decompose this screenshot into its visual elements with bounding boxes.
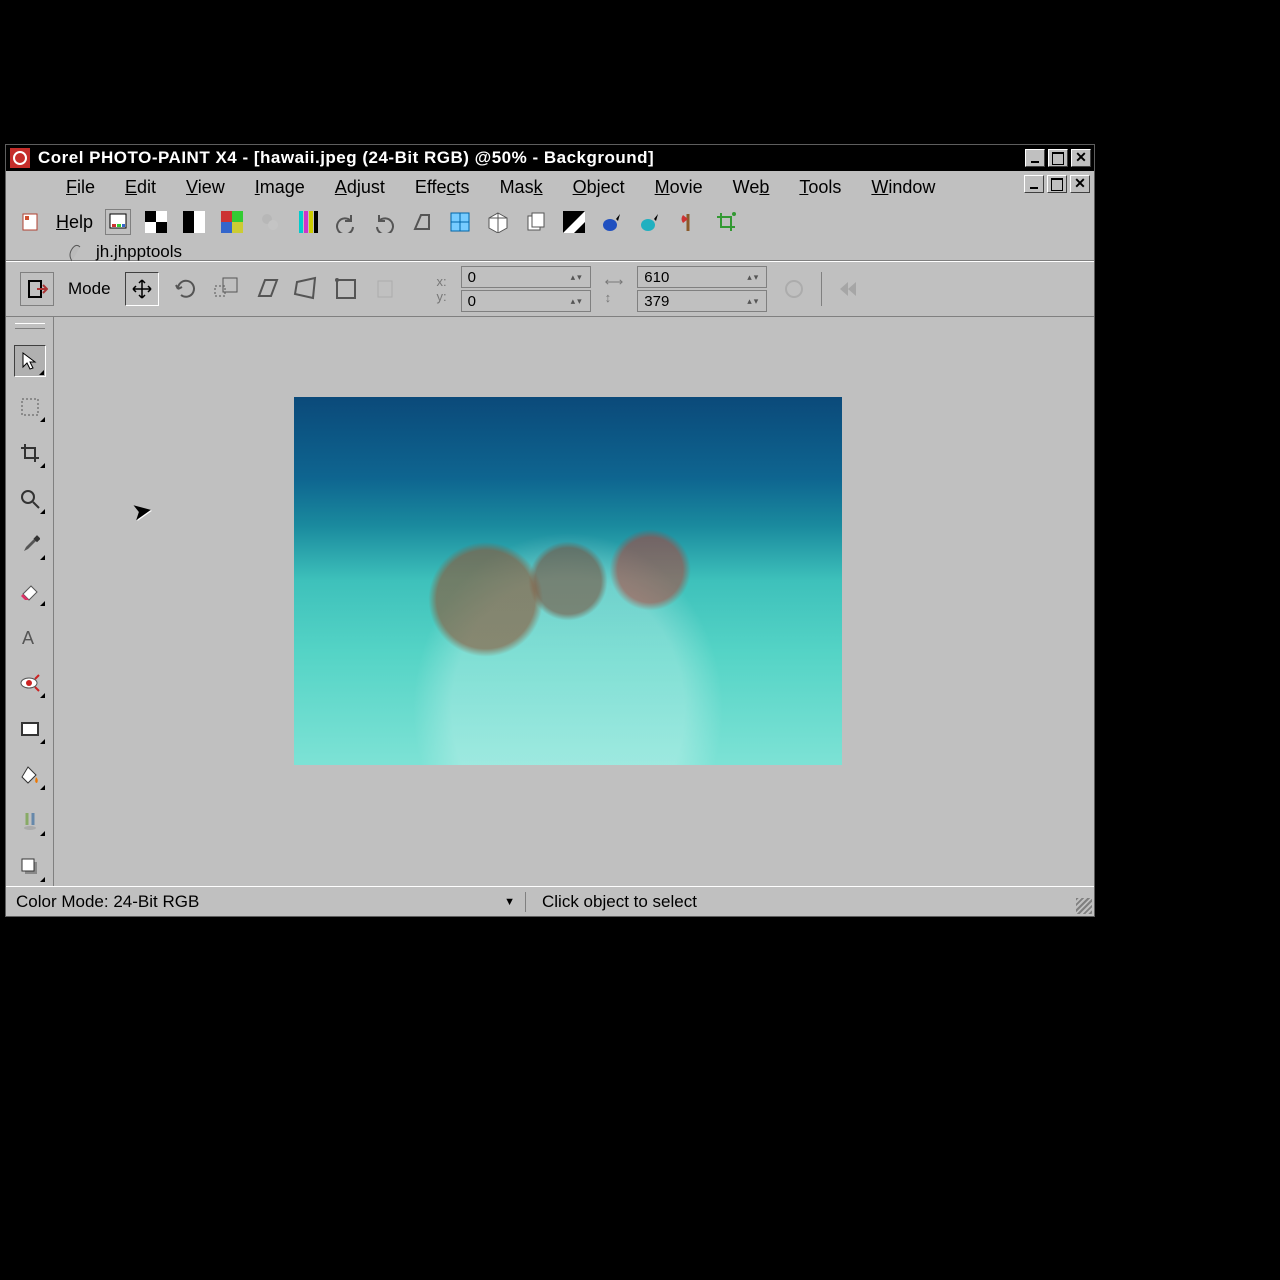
svg-text:A: A — [22, 628, 34, 647]
menu-file[interactable]: File — [66, 177, 95, 198]
menu-view[interactable]: View — [186, 177, 225, 198]
status-bar: Color Mode: 24-Bit RGB ▼ Click object to… — [6, 886, 1094, 916]
mask-rect-tool[interactable] — [14, 391, 46, 423]
scale-icon[interactable] — [213, 276, 239, 302]
menu-window[interactable]: Window — [871, 177, 935, 198]
app-window: Corel PHOTO-PAINT X4 - [hawaii.jpeg (24-… — [5, 144, 1095, 917]
position-y-spinner[interactable]: 0▴▾ — [461, 290, 591, 312]
checker-icon[interactable] — [143, 209, 169, 235]
distort-icon[interactable] — [293, 276, 319, 302]
rotate-right-icon[interactable] — [371, 209, 397, 235]
pick-tool[interactable] — [14, 345, 46, 377]
menu-adjust[interactable]: Adjust — [335, 177, 385, 198]
child-minimize-button[interactable] — [1024, 175, 1044, 193]
menu-image[interactable]: Image — [255, 177, 305, 198]
property-bar: Mode x:y: 0▴▾ 0▴▾ ⟷↕ 610▴▾ 379▴▾ — [6, 261, 1094, 317]
title-text: Corel PHOTO-PAINT X4 - [hawaii.jpeg (24-… — [34, 148, 1025, 168]
work-area: A ➤ — [6, 317, 1094, 886]
new-icon[interactable] — [18, 209, 44, 235]
menu-tools[interactable]: Tools — [799, 177, 841, 198]
resize-grip[interactable] — [1076, 898, 1092, 914]
titlebar: Corel PHOTO-PAINT X4 - [hawaii.jpeg (24-… — [6, 145, 1094, 171]
crop-tool[interactable] — [14, 437, 46, 469]
cursor-icon: ➤ — [130, 495, 155, 527]
pages-icon[interactable] — [523, 209, 549, 235]
eraser-tool[interactable] — [14, 575, 46, 607]
split-icon[interactable] — [181, 209, 207, 235]
crop-green-icon[interactable] — [713, 209, 739, 235]
menu-effects[interactable]: Effects — [415, 177, 470, 198]
clone-tool[interactable] — [14, 805, 46, 837]
mode-label: Mode — [68, 279, 111, 299]
xy-label: x:y: — [437, 274, 447, 304]
status-dropdown-icon[interactable]: ▼ — [504, 896, 515, 908]
status-color-mode: Color Mode: 24-Bit RGB — [16, 892, 199, 912]
menu-object[interactable]: Object — [573, 177, 625, 198]
menu-mask[interactable]: Mask — [500, 177, 543, 198]
position-x-spinner[interactable]: 0▴▾ — [461, 266, 591, 288]
canvas-area[interactable]: ➤ — [54, 317, 1094, 886]
toolbox-grip[interactable] — [15, 323, 45, 329]
grid-blue-icon[interactable] — [447, 209, 473, 235]
menu-movie[interactable]: Movie — [655, 177, 703, 198]
circles-icon[interactable] — [257, 209, 283, 235]
child-restore-button[interactable] — [1047, 175, 1067, 193]
axe-icon[interactable] — [675, 209, 701, 235]
move-mode-button[interactable] — [125, 272, 159, 306]
rectangle-tool[interactable] — [14, 713, 46, 745]
menubar: File Edit View Image Adjust Effects Mask… — [6, 171, 1094, 261]
eyedropper-tool[interactable] — [14, 529, 46, 561]
cmyk-bars-icon[interactable] — [295, 209, 321, 235]
rewind-icon[interactable] — [836, 276, 862, 302]
fill-tool[interactable] — [14, 759, 46, 791]
skew-icon[interactable] — [253, 276, 279, 302]
zoom-tool[interactable] — [14, 483, 46, 515]
disabled-icon — [373, 276, 399, 302]
dropshadow-tool[interactable] — [14, 851, 46, 883]
rotate-icon[interactable] — [173, 276, 199, 302]
blob-up-icon[interactable] — [599, 209, 625, 235]
app-icon — [10, 148, 30, 168]
size-w-spinner[interactable]: 610▴▾ — [637, 266, 767, 288]
minimize-button[interactable] — [1025, 149, 1045, 167]
text-tool[interactable]: A — [14, 621, 46, 653]
script-icon — [66, 241, 88, 263]
perspective-icon[interactable] — [409, 209, 435, 235]
cube-icon[interactable] — [485, 209, 511, 235]
contrast-icon[interactable] — [561, 209, 587, 235]
menu-edit[interactable]: Edit — [125, 177, 156, 198]
lock-ratio-icon[interactable] — [781, 276, 807, 302]
redeye-tool[interactable] — [14, 667, 46, 699]
wh-label: ⟷↕ — [605, 274, 624, 305]
close-button[interactable]: ✕ — [1071, 149, 1091, 167]
child-close-button[interactable]: ✕ — [1070, 175, 1090, 193]
maximize-button[interactable] — [1048, 149, 1068, 167]
rgb-swatch-icon[interactable] — [219, 209, 245, 235]
rotate-left-icon[interactable] — [333, 209, 359, 235]
menu-help[interactable]: Help — [56, 212, 93, 233]
document-image[interactable] — [294, 397, 842, 765]
document-tab[interactable]: jh.jhpptools — [96, 242, 182, 262]
perspective2-icon[interactable] — [333, 276, 359, 302]
status-hint: Click object to select — [526, 892, 697, 912]
size-h-spinner[interactable]: 379▴▾ — [637, 290, 767, 312]
toolbox: A — [6, 317, 54, 886]
launcher-icon[interactable] — [105, 209, 131, 235]
menu-web[interactable]: Web — [733, 177, 770, 198]
exit-icon[interactable] — [20, 272, 54, 306]
blob-up2-icon[interactable] — [637, 209, 663, 235]
